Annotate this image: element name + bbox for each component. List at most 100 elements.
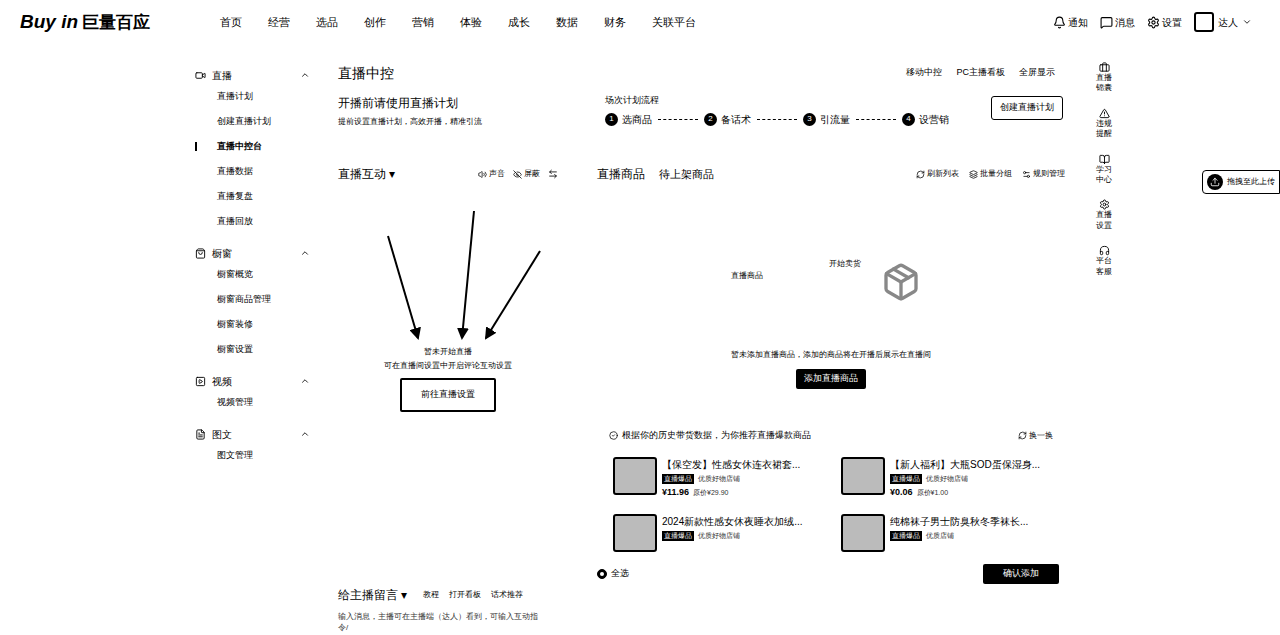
add-product-button[interactable]: 添加直播商品 [796, 369, 866, 389]
products-empty-text: 暂未添加直播商品，添加的商品将在开播后展示在直播间 [731, 349, 931, 361]
swap-icon[interactable] [548, 169, 558, 179]
top-bar: Buy in巨量百应 首页 经营 选品 创作 营销 体验 成长 数据 财务 关联平台 通知消息设置达人 [0, 0, 1280, 44]
header-action[interactable]: 通知 [1053, 15, 1088, 30]
plan-step: 2备话术 [704, 112, 751, 127]
header-actions: 通知消息设置达人 [1053, 12, 1280, 32]
main: 直播中控移动中控PC主播看板全屏显示开播前请使用直播计划提前设置直播计划，高效开… [338, 44, 1065, 635]
user-menu[interactable]: 达人 [1194, 12, 1252, 32]
box-icon [881, 262, 921, 302]
message-link[interactable]: 话术推荐 [491, 589, 523, 601]
rail-icon [1099, 154, 1110, 165]
rail-item[interactable]: 学习中心 [1095, 154, 1113, 186]
rail-icon [1099, 108, 1110, 119]
sidebar-item[interactable]: 直播计划 [195, 84, 310, 109]
nav-item[interactable]: 首页 [220, 14, 242, 31]
product-tag: 直播爆品 [662, 531, 694, 542]
create-plan-button[interactable]: 创建直播计划 [991, 96, 1063, 120]
live-settings-button[interactable]: 前往直播设置 [400, 378, 496, 412]
recommend-grid: 【保空发】性感女休连衣裙套...直播爆品优质好物店铺¥11.96原价¥29.90… [597, 457, 1065, 552]
products-tab[interactable]: 直播商品 [597, 165, 645, 183]
select-all[interactable]: 全选 [597, 567, 629, 581]
interaction-title[interactable]: 直播互动 ▾ [338, 165, 395, 183]
nav-item[interactable]: 创作 [364, 14, 386, 31]
sidebar-group-header[interactable]: 图文 [195, 425, 310, 443]
sidebar-item[interactable]: 橱窗商品管理 [195, 287, 310, 312]
step-connector [658, 119, 698, 120]
product-card[interactable]: 2024新款性感女休夜睡衣加绒...直播爆品优质好物店铺 [613, 514, 831, 552]
header-action-icon [1053, 16, 1066, 29]
confirm-add-button[interactable]: 确认添加 [983, 564, 1059, 584]
rail-item[interactable]: 直播设置 [1095, 199, 1113, 231]
page-link[interactable]: PC主播看板 [956, 66, 1005, 80]
sidebar-item[interactable]: 直播数据 [195, 159, 310, 184]
sidebar-group-header[interactable]: 直播 [195, 66, 310, 84]
action-icon [1022, 170, 1031, 179]
action-icon [916, 170, 925, 179]
chevron-up-icon [300, 70, 310, 80]
products-panel: 直播商品待上架商品刷新列表批量分组规则管理直播商品开始卖货暂未添加直播商品，添加… [597, 166, 1065, 635]
nav-item[interactable]: 关联平台 [652, 14, 696, 31]
interaction-empty: 暂未开始直播可在直播间设置中开启评论互动设置前往直播设置 [338, 182, 558, 412]
sidebar-item[interactable]: 视频管理 [195, 390, 310, 415]
product-image [841, 457, 885, 495]
group-icon [195, 429, 206, 440]
chevron-down-icon [1242, 17, 1252, 27]
nav-item[interactable]: 经营 [268, 14, 290, 31]
nav-item[interactable]: 财务 [604, 14, 626, 31]
product-card[interactable]: 【保空发】性感女休连衣裙套...直播爆品优质好物店铺¥11.96原价¥29.90 [613, 457, 831, 500]
header-action[interactable]: 设置 [1147, 15, 1182, 30]
message-title[interactable]: 给主播留言 ▾ [338, 586, 407, 604]
sidebar-item[interactable]: 直播中控台 [195, 134, 310, 159]
products-action[interactable]: 规则管理 [1022, 168, 1065, 180]
tool-icon [513, 170, 522, 179]
rail-item[interactable]: 违规提醒 [1095, 108, 1113, 140]
rail-item[interactable]: 直播锦囊 [1095, 62, 1113, 94]
products-action[interactable]: 批量分组 [969, 168, 1012, 180]
nav-item[interactable]: 成长 [508, 14, 530, 31]
products-tab[interactable]: 待上架商品 [659, 166, 714, 183]
rail-item[interactable]: 平台客服 [1095, 245, 1113, 277]
sidebar-group: 图文图文管理 [195, 425, 310, 468]
nav-item[interactable]: 体验 [460, 14, 482, 31]
sidebar-item[interactable]: 直播回放 [195, 209, 310, 234]
sidebar-item[interactable]: 橱窗概览 [195, 262, 310, 287]
nav-item[interactable]: 选品 [316, 14, 338, 31]
interaction-tool[interactable]: 声音 [478, 168, 505, 180]
refresh-icon [1018, 431, 1027, 440]
group-icon [195, 376, 206, 387]
action-icon [969, 170, 978, 179]
page-link[interactable]: 全屏显示 [1019, 66, 1055, 80]
refresh-link[interactable]: 换一换 [1018, 430, 1053, 442]
sidebar-item[interactable]: 橱窗设置 [195, 337, 310, 362]
chevron-up-icon [300, 429, 310, 439]
header-action[interactable]: 消息 [1100, 15, 1135, 30]
product-card[interactable]: 纯棉袜子男士防臭秋冬季袜长...直播爆品优质店铺 [841, 514, 1059, 552]
product-card[interactable]: 【新人福利】大瓶SOD蛋保湿身...直播爆品优质好物店铺¥0.06原价¥1.00 [841, 457, 1059, 500]
sidebar-item[interactable]: 图文管理 [195, 443, 310, 468]
sidebar: 直播直播计划创建直播计划直播中控台直播数据直播复盘直播回放橱窗橱窗概览橱窗商品管… [195, 44, 310, 635]
interaction-tool[interactable]: 屏蔽 [513, 168, 540, 180]
message-section: 给主播留言 ▾ 教程打开看板话术推荐输入消息，主播可在主播端（达人）看到，可输入互… [338, 586, 558, 635]
nav-item[interactable]: 数据 [556, 14, 578, 31]
group-icon [195, 70, 206, 81]
page-link[interactable]: 移动中控 [906, 66, 942, 80]
chevron-up-icon [300, 376, 310, 386]
upload-hint[interactable]: 拖拽至此上传 [1202, 170, 1280, 194]
rail-icon [1099, 245, 1110, 256]
nav-item[interactable]: 营销 [412, 14, 434, 31]
avatar-icon [1194, 12, 1214, 32]
message-link[interactable]: 教程 [423, 589, 439, 601]
message-input[interactable]: 输入消息，主播可在主播端（达人）看到，可输入互动指令/ [338, 612, 538, 633]
sidebar-group-header[interactable]: 视频 [195, 372, 310, 390]
sidebar-group-header[interactable]: 橱窗 [195, 244, 310, 262]
product-tag: 直播爆品 [890, 531, 922, 542]
message-link[interactable]: 打开看板 [449, 589, 481, 601]
sidebar-group: 视频视频管理 [195, 372, 310, 415]
header-action-icon [1100, 16, 1113, 29]
sidebar-item[interactable]: 直播复盘 [195, 184, 310, 209]
logo[interactable]: Buy in巨量百应 [0, 8, 200, 37]
products-action[interactable]: 刷新列表 [916, 168, 959, 180]
sidebar-item[interactable]: 橱窗装修 [195, 312, 310, 337]
sidebar-item[interactable]: 创建直播计划 [195, 109, 310, 134]
checkbox[interactable] [597, 569, 607, 579]
